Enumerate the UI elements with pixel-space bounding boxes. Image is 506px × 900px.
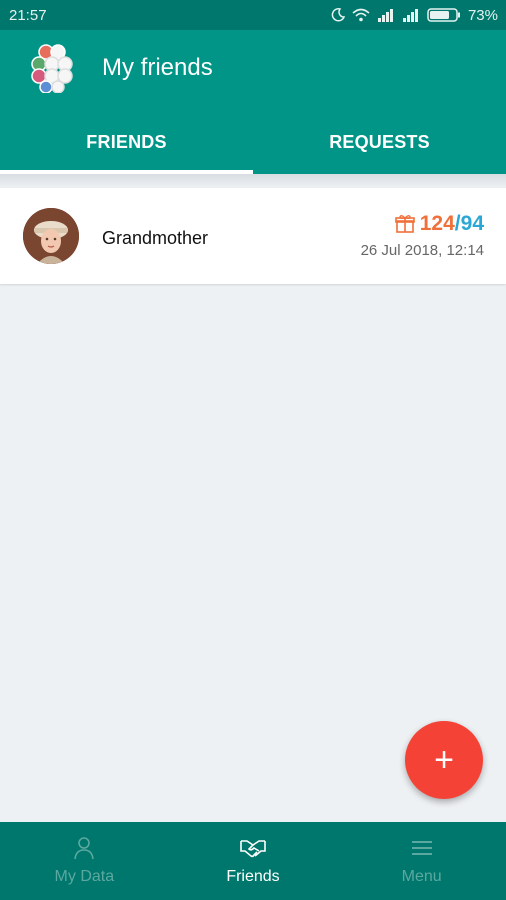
wifi-icon xyxy=(352,8,370,22)
page-title: My friends xyxy=(102,54,213,81)
status-bar: 21:57 73% xyxy=(0,0,506,30)
tab-requests-label: REQUESTS xyxy=(329,131,430,152)
handshake-icon xyxy=(239,836,267,860)
stat-received: 94 xyxy=(460,212,484,235)
signal-icon xyxy=(377,8,395,22)
status-icons: 73% xyxy=(331,7,498,24)
hexagon-cluster-logo xyxy=(26,43,76,94)
battery-icon xyxy=(427,8,461,22)
friend-timestamp: 26 Jul 2018, 12:14 xyxy=(360,242,484,259)
tab-requests[interactable]: REQUESTS xyxy=(253,110,506,174)
user-photo-avatar xyxy=(23,208,79,264)
friend-list-item[interactable]: Grandmother 124 / 94 26 Jul 2018, 12:14 xyxy=(0,188,506,284)
battery-percentage: 73% xyxy=(467,6,498,24)
app-bar: My friends xyxy=(0,30,506,110)
tab-bar: FRIENDS REQUESTS xyxy=(0,110,506,174)
bottom-navigation: My Data Friends Menu xyxy=(0,822,506,900)
nav-my-data-label: My Data xyxy=(54,868,115,885)
gift-icon xyxy=(394,214,415,234)
person-icon xyxy=(72,836,96,860)
hamburger-menu-icon xyxy=(411,836,433,860)
friend-stats: 124 / 94 xyxy=(394,212,484,236)
nav-my-data[interactable]: My Data xyxy=(0,822,169,900)
status-time: 21:57 xyxy=(9,6,47,24)
add-friend-button[interactable]: + xyxy=(405,721,483,799)
friend-name: Grandmother xyxy=(102,228,209,248)
tab-friends-label: FRIENDS xyxy=(86,131,167,152)
nav-menu[interactable]: Menu xyxy=(337,822,506,900)
nav-friends[interactable]: Friends xyxy=(169,822,338,900)
nav-friends-label: Friends xyxy=(226,868,280,885)
add-icon: + xyxy=(434,741,454,779)
moon-icon xyxy=(331,8,345,22)
tab-shadow xyxy=(0,174,506,188)
signal-icon xyxy=(402,8,420,22)
stat-given: 124 xyxy=(419,212,455,235)
nav-menu-label: Menu xyxy=(401,868,442,885)
tab-friends[interactable]: FRIENDS xyxy=(0,110,253,174)
